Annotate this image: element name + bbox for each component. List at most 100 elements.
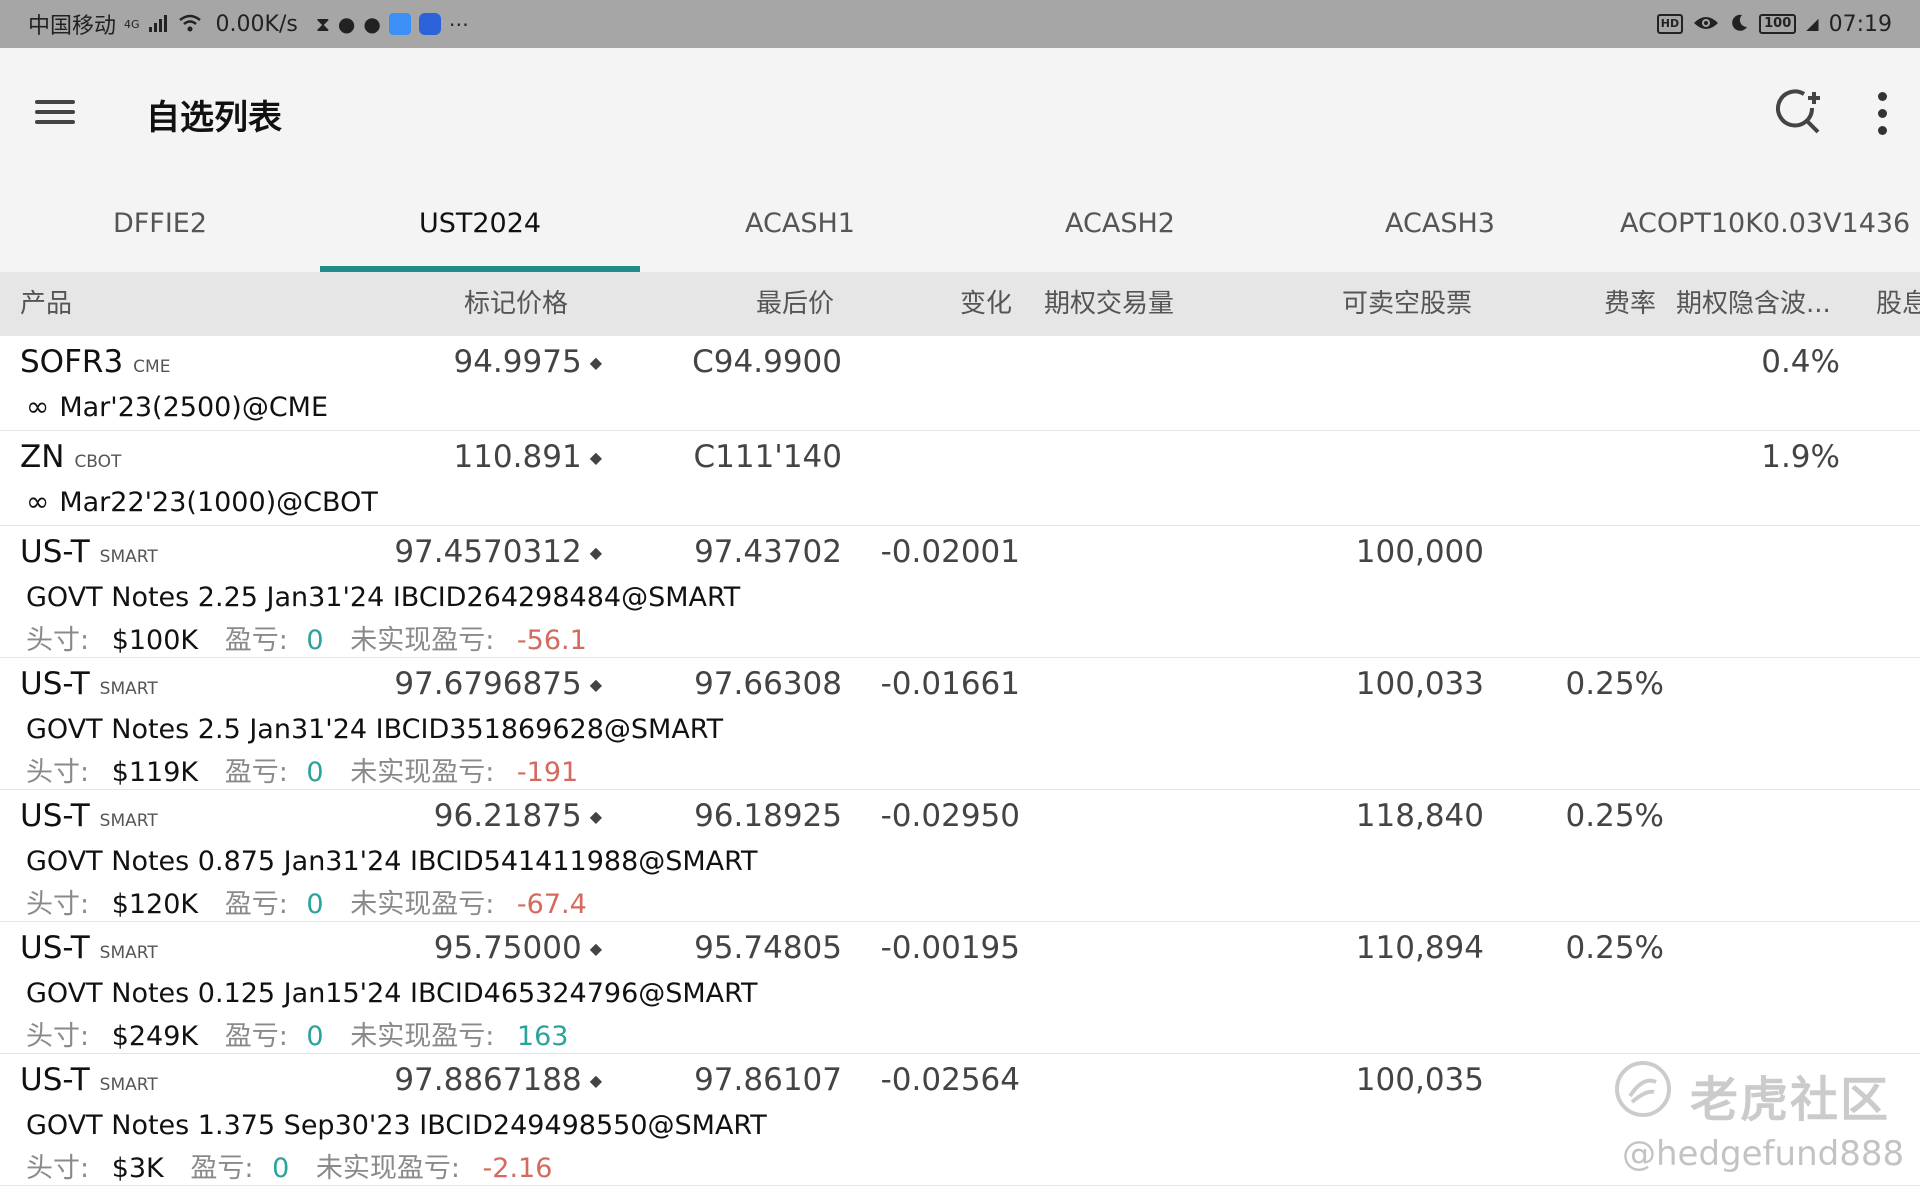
signal-icon — [148, 14, 170, 35]
table-row[interactable]: US-T SMART 95.75000 ◆ 95.74805 -0.00195 11… — [0, 922, 1920, 1054]
position-value: $120K — [111, 889, 199, 920]
last-price: 97.86107 — [694, 1062, 842, 1098]
col-shortable[interactable]: 可卖空股票 — [1342, 272, 1472, 336]
add-search-icon[interactable] — [1774, 88, 1824, 138]
unrealized-value: -2.16 — [482, 1153, 553, 1184]
tab-ust2024[interactable]: UST2024 — [320, 172, 640, 272]
mark-price: 96.21875 ◆ — [434, 798, 602, 834]
mark-price: 95.75000 ◆ — [434, 930, 602, 966]
table-row[interactable]: US-T SMART 97.6796875 ◆ 97.66308 -0.01661 … — [0, 658, 1920, 790]
exchange-label: CBOT — [74, 452, 122, 472]
exchange-label: SMART — [99, 547, 158, 567]
row-symbol: US-T SMART — [20, 534, 158, 570]
contract-description: GOVT Notes 0.875 Jan31'24 IBCID541411988… — [26, 846, 758, 877]
watermark: 老虎社区 — [1612, 1058, 1892, 1128]
unrealized-value: -56.1 — [516, 625, 587, 656]
unrealized-value: 163 — [516, 1021, 569, 1052]
col-mark-price[interactable]: 标记价格 — [464, 272, 568, 336]
unrealized-value: -67.4 — [516, 889, 587, 920]
description-text: Mar'23(2500)@CME — [59, 392, 329, 423]
pnl-value: 0 — [272, 1153, 290, 1184]
unrealized-label: 未实现盈亏: — [315, 1153, 460, 1184]
contract-description: GOVT Notes 0.125 Jan15'24 IBCID465324796… — [26, 978, 758, 1009]
unrealized-label: 未实现盈亏: — [350, 625, 495, 656]
position-label: 头寸: — [26, 757, 90, 788]
moon-icon — [1729, 13, 1749, 36]
last-price: C94.9900 — [692, 344, 842, 380]
col-dividend[interactable]: 股息日 — [1876, 272, 1920, 336]
mark-price: 97.8867188 ◆ — [394, 1062, 602, 1098]
position-line: 头寸: $249K 盈亏: 0 未实现盈亏: 163 — [26, 1014, 568, 1053]
tab-acash2[interactable]: ACASH2 — [960, 172, 1280, 272]
infinity-icon: ∞ — [26, 390, 50, 423]
menu-icon[interactable] — [30, 94, 80, 128]
col-fee-rate[interactable]: 费率 — [1604, 272, 1656, 336]
row-symbol: US-T SMART — [20, 1062, 158, 1098]
shortable-shares: 100,035 — [1355, 1062, 1484, 1098]
col-product[interactable]: 产品 — [20, 272, 72, 336]
contract-description: ∞ Mar22'23(1000)@CBOT — [26, 485, 378, 518]
change: -0.01661 — [880, 666, 1020, 702]
fee-rate: 0.25% — [1565, 798, 1664, 834]
implied-vol: 1.9% — [1761, 439, 1840, 475]
unrealized-label: 未实现盈亏: — [350, 1021, 495, 1052]
wifi-icon — [178, 14, 202, 35]
pnl-label: 盈亏: — [224, 1021, 288, 1052]
position-value: $249K — [111, 1021, 199, 1052]
network-type: 4G — [124, 17, 140, 31]
more-options-icon[interactable] — [1870, 90, 1894, 138]
position-label: 头寸: — [26, 1021, 90, 1052]
last-price: 95.74805 — [694, 930, 842, 966]
infinity-icon: ∞ — [26, 485, 50, 518]
exchange-label: SMART — [99, 1075, 158, 1095]
symbol-text: SOFR3 — [20, 344, 124, 380]
diamond-icon: ◆ — [589, 353, 602, 372]
exchange-label: SMART — [99, 943, 158, 963]
unrealized-label: 未实现盈亏: — [350, 757, 495, 788]
position-line: 头寸: $119K 盈亏: 0 未实现盈亏: -191 — [26, 750, 578, 789]
mark-price-value: 97.4570312 — [394, 534, 582, 570]
shortable-shares: 110,894 — [1355, 930, 1484, 966]
implied-vol: 0.4% — [1761, 344, 1840, 380]
clock: 07:19 — [1828, 11, 1892, 37]
diamond-icon: ◆ — [589, 675, 602, 694]
last-price: C111'140 — [693, 439, 842, 475]
watchlist-tabs: DFFIE2 UST2024 ACASH1 ACASH2 ACASH3 ACOP… — [0, 172, 1920, 272]
position-value: $100K — [111, 625, 199, 656]
table-row[interactable]: US-T SMART 96.21875 ◆ 96.18925 -0.02950 11… — [0, 790, 1920, 922]
table-row[interactable]: SOFR3 CME 94.9975 ◆ C94.9900 0.4% ∞ Mar'23(… — [0, 336, 1920, 431]
table-row[interactable]: US-T SMART 97.4570312 ◆ 97.43702 -0.02001 … — [0, 526, 1920, 658]
tab-acopt10k[interactable]: ACOPT10K0.03V1436 — [1620, 172, 1920, 272]
position-label: 头寸: — [26, 889, 90, 920]
mark-price: 97.6796875 ◆ — [394, 666, 602, 702]
shortable-shares: 100,000 — [1355, 534, 1484, 570]
tab-dffie2[interactable]: DFFIE2 — [0, 172, 320, 272]
contract-description: GOVT Notes 2.25 Jan31'24 IBCID264298484@… — [26, 582, 741, 613]
col-change[interactable]: 变化 — [960, 272, 1012, 336]
col-option-volume[interactable]: 期权交易量 — [1044, 272, 1174, 336]
table-row[interactable]: ZN CBOT 110.891 ◆ C111'140 1.9% ∞ Mar22'23(… — [0, 431, 1920, 526]
diamond-icon: ◆ — [589, 1071, 602, 1090]
diamond-icon: ◆ — [589, 448, 602, 467]
col-implied-vol[interactable]: 期权隐含波... — [1676, 272, 1831, 336]
tab-acash1[interactable]: ACASH1 — [640, 172, 960, 272]
mark-price-value: 96.21875 — [433, 798, 582, 834]
symbol-text: ZN — [20, 439, 65, 475]
hourglass-icon: ⧗ — [315, 12, 330, 36]
battery-icon: 100 — [1759, 14, 1797, 34]
contract-description: ∞ Mar'23(2500)@CME — [26, 390, 328, 423]
position-value: $119K — [111, 757, 199, 788]
col-last-price[interactable]: 最后价 — [756, 272, 834, 336]
contract-description: GOVT Notes 2.5 Jan31'24 IBCID351869628@S… — [26, 714, 724, 745]
symbol-text: US-T — [20, 930, 90, 966]
mark-price-value: 95.75000 — [433, 930, 582, 966]
last-price: 96.18925 — [694, 798, 842, 834]
fee-rate: 0.25% — [1565, 930, 1664, 966]
mark-price-value: 94.9975 — [453, 344, 582, 380]
position-line: 头寸: $100K 盈亏: 0 未实现盈亏: -56.1 — [26, 618, 587, 657]
unrealized-value: -191 — [516, 757, 579, 788]
tab-acash3[interactable]: ACASH3 — [1280, 172, 1600, 272]
pnl-value: 0 — [306, 889, 324, 920]
diamond-icon: ◆ — [589, 939, 602, 958]
position-label: 头寸: — [26, 625, 90, 656]
